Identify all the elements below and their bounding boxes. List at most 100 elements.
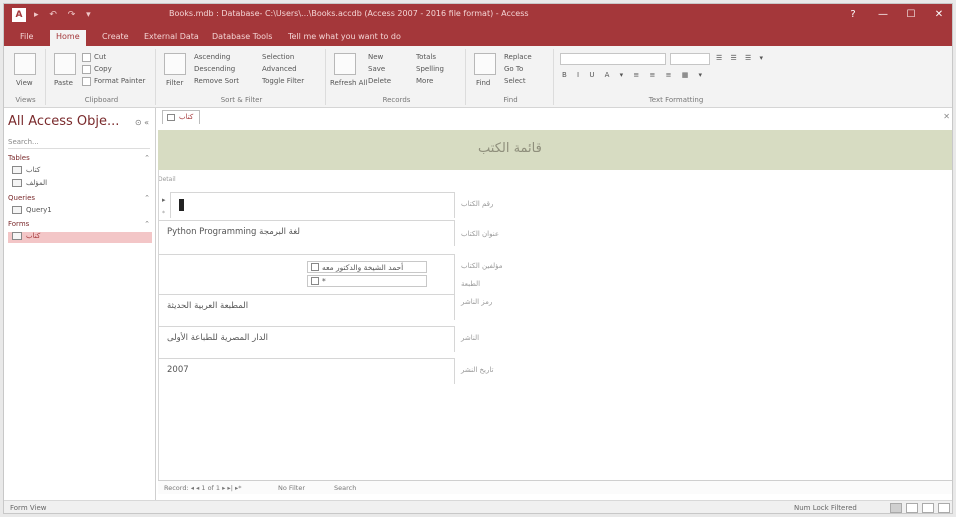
copy-icon[interactable] xyxy=(82,65,91,74)
tab-file[interactable]: File xyxy=(14,30,39,46)
form-icon xyxy=(12,232,22,240)
find-icon[interactable] xyxy=(474,53,496,75)
book-title-field[interactable]: Python Programming لغة البرمجة xyxy=(158,220,455,246)
table-icon xyxy=(12,166,22,174)
tab-home[interactable]: Home xyxy=(50,30,86,46)
document-tab-book-form[interactable]: كتاب xyxy=(162,110,201,124)
maximize-button[interactable]: ☐ xyxy=(898,7,924,23)
close-button[interactable]: ✕ xyxy=(926,7,952,23)
clipboard-group-label: Clipboard xyxy=(84,96,119,104)
advanced-button[interactable]: Advanced xyxy=(262,65,297,73)
find-label: Find xyxy=(476,79,491,87)
filter-icon[interactable] xyxy=(164,53,186,75)
subform-new-row[interactable]: * xyxy=(307,275,427,287)
navigation-pane: All Access Obje... ⊙ « Search... Tables … xyxy=(4,108,156,500)
nav-item-table-author[interactable]: المؤلف xyxy=(8,179,152,190)
spelling-button[interactable]: Spelling xyxy=(416,65,444,73)
quick-access-toolbar[interactable]: ▸ ↶ ↷ ▾ xyxy=(34,10,95,20)
format-painter-icon[interactable] xyxy=(82,77,91,86)
delete-record-button[interactable]: Delete xyxy=(368,77,391,85)
record-search-input[interactable]: Search xyxy=(334,484,356,492)
view-icon[interactable] xyxy=(14,53,36,75)
help-button[interactable]: ? xyxy=(840,7,866,23)
tell-me-search[interactable]: Tell me what you want to do xyxy=(282,30,407,46)
cut-label[interactable]: Cut xyxy=(94,53,106,61)
publish-date-field[interactable]: 2007 xyxy=(158,358,455,384)
views-group-label: Views xyxy=(15,96,36,104)
paste-label: Paste xyxy=(54,79,73,87)
ribbon-tabs: File Home Create External Data Database … xyxy=(4,26,952,46)
detail-section-label: Detail xyxy=(158,176,176,183)
nav-section-forms[interactable]: Forms ⌃ xyxy=(8,220,150,230)
publisher-code-field[interactable]: المطبعة العربية الحديثة xyxy=(158,294,455,320)
publisher-field[interactable]: الدار المصرية للطباعة الأولى xyxy=(158,326,455,352)
publisher-label: الناشر xyxy=(461,334,480,342)
title-bar: A ▸ ↶ ↷ ▾ Books.mdb : Database- C:\Users… xyxy=(4,4,952,26)
close-document-icon[interactable]: ✕ xyxy=(943,112,950,121)
list-format-buttons[interactable]: ☰ ☰ ☰ ▾ xyxy=(716,54,766,62)
status-bar: Form View Num Lock Filtered xyxy=(4,500,952,513)
go-to-button[interactable]: Go To xyxy=(504,65,523,73)
descending-button[interactable]: Descending xyxy=(194,65,235,73)
no-filter-indicator[interactable]: No Filter xyxy=(278,484,305,492)
tab-create[interactable]: Create xyxy=(96,30,135,46)
book-id-field[interactable] xyxy=(170,192,455,218)
refresh-icon[interactable] xyxy=(334,53,356,75)
toggle-filter-button[interactable]: Toggle Filter xyxy=(262,77,304,85)
chevron-up-icon[interactable]: ⌃ xyxy=(144,220,150,228)
chevron-up-icon[interactable]: ⌃ xyxy=(144,154,150,162)
select-button[interactable]: Select xyxy=(504,77,526,85)
more-button[interactable]: More xyxy=(416,77,433,85)
save-record-button[interactable]: Save xyxy=(368,65,385,73)
query-icon xyxy=(12,206,22,214)
selection-button[interactable]: Selection xyxy=(262,53,294,61)
nav-item-table-book[interactable]: كتاب xyxy=(8,166,152,177)
nav-pane-title[interactable]: All Access Obje... xyxy=(8,114,119,129)
records-group-label: Records xyxy=(382,96,411,104)
totals-button[interactable]: Totals xyxy=(416,53,436,61)
access-logo-icon: A xyxy=(12,8,26,22)
table-icon xyxy=(12,179,22,187)
datasheet-view-icon[interactable] xyxy=(906,503,918,513)
minimize-button[interactable]: — xyxy=(870,7,896,23)
new-record-button[interactable]: New xyxy=(368,53,383,61)
paste-icon[interactable] xyxy=(54,53,76,75)
ascending-button[interactable]: Ascending xyxy=(194,53,230,61)
sort-filter-group-label: Sort & Filter xyxy=(220,96,263,104)
replace-button[interactable]: Replace xyxy=(504,53,532,61)
text-cursor xyxy=(179,199,184,211)
form-view-icon[interactable] xyxy=(890,503,902,513)
nav-section-tables[interactable]: Tables ⌃ xyxy=(8,154,150,164)
record-selector[interactable]: ▸ xyxy=(162,196,166,204)
publish-date-label: تاريخ النشر xyxy=(461,366,494,374)
status-indicators: Num Lock Filtered xyxy=(794,504,857,512)
font-size-dropdown[interactable] xyxy=(670,53,710,65)
sort-filter-group: Filter Ascending Descending Remove Sort … xyxy=(158,49,326,105)
nav-section-queries[interactable]: Queries ⌃ xyxy=(8,194,150,204)
font-name-dropdown[interactable] xyxy=(560,53,666,65)
filter-label: Filter xyxy=(166,79,184,87)
tab-external-data[interactable]: External Data xyxy=(138,30,205,46)
nav-item-query1[interactable]: Query1 xyxy=(8,206,152,217)
cut-icon[interactable] xyxy=(82,53,91,62)
find-group: Find Replace Go To Select Find xyxy=(468,49,554,105)
book-id-label: رقم الكتاب xyxy=(461,200,494,208)
views-group: View Views xyxy=(6,49,46,105)
font-style-buttons[interactable]: B I U A ▾ ≡ ≡ ≡ ▦ ▾ xyxy=(562,71,706,79)
authors-label: مؤلفين الكتاب xyxy=(461,262,503,270)
remove-sort-button[interactable]: Remove Sort xyxy=(194,77,239,85)
tab-database-tools[interactable]: Database Tools xyxy=(206,30,278,46)
view-button-label: View xyxy=(16,79,33,87)
layout-view-icon[interactable] xyxy=(922,503,934,513)
copy-label[interactable]: Copy xyxy=(94,65,112,73)
nav-pane-collapse-icon[interactable]: ⊙ « xyxy=(135,118,149,127)
design-view-icon[interactable] xyxy=(938,503,950,513)
record-navigation-buttons[interactable]: Record: ◂ ◂ 1 of 1 ▸ ▸| ▸* xyxy=(164,484,241,492)
format-painter-label[interactable]: Format Painter xyxy=(94,77,145,85)
form-header: قائمة الكتب xyxy=(158,130,952,170)
nav-search-input[interactable]: Search... xyxy=(8,138,150,149)
subform-row[interactable]: أحمد الشيخة والدكتور معه xyxy=(307,261,427,273)
nav-item-form-book[interactable]: كتاب xyxy=(8,232,152,243)
new-record-marker: * xyxy=(162,210,165,217)
chevron-up-icon[interactable]: ⌃ xyxy=(144,194,150,202)
